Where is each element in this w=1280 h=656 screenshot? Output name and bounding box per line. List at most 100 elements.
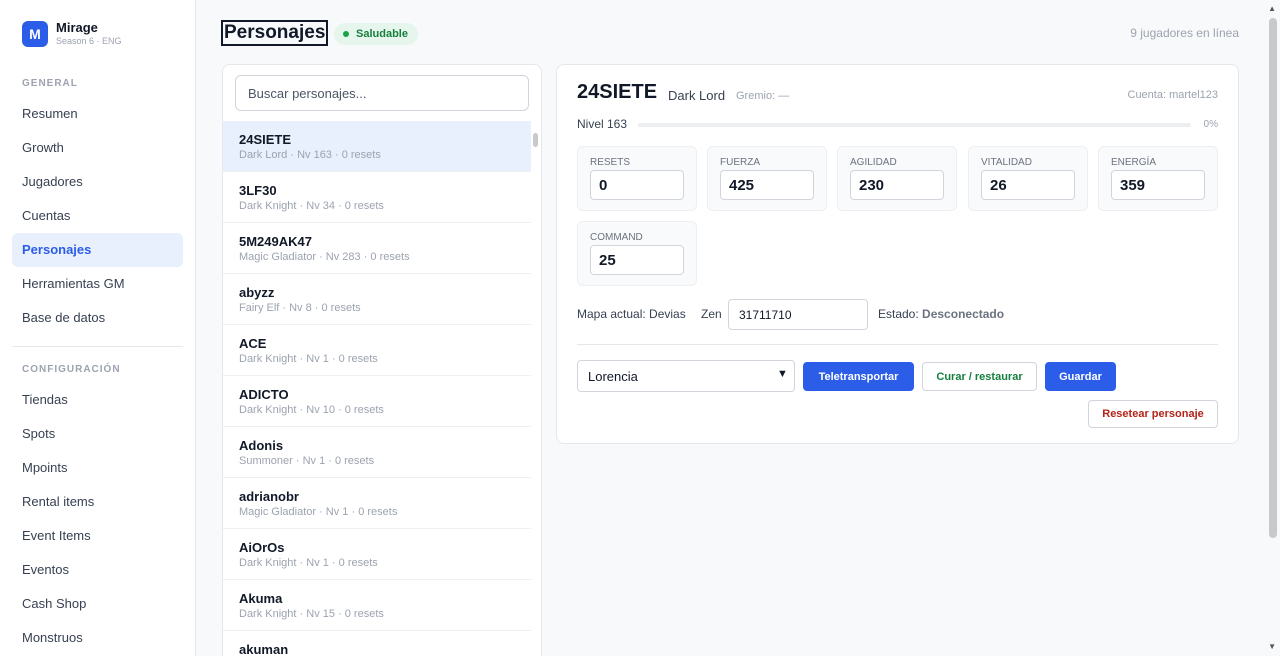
detail-account: Cuenta: martel123 bbox=[1127, 89, 1219, 101]
status-label: Saludable bbox=[356, 28, 408, 40]
online-count: 9 jugadores en línea bbox=[1130, 26, 1239, 40]
stat-agilidad-input[interactable] bbox=[850, 170, 944, 200]
list-scrollbar[interactable] bbox=[533, 133, 538, 147]
stat-command-input[interactable] bbox=[590, 245, 684, 275]
brand-name: Mirage bbox=[56, 20, 98, 35]
sidebar: M Mirage Season 6 · ENG GENERAL Resumen … bbox=[0, 0, 196, 656]
estado-value: Desconectado bbox=[922, 307, 1005, 321]
list-item[interactable]: akuman bbox=[223, 631, 531, 656]
character-meta: Summoner · Nv 1 · 0 resets bbox=[239, 455, 375, 467]
page-scrollbar[interactable] bbox=[1269, 18, 1277, 538]
sidebar-divider bbox=[12, 346, 183, 347]
map-select[interactable]: Lorencia bbox=[577, 360, 795, 392]
section-label-general: GENERAL bbox=[22, 78, 78, 89]
zen-field[interactable] bbox=[728, 299, 868, 330]
heal-button[interactable]: Curar / restaurar bbox=[922, 362, 1037, 391]
section-label-configuracion: CONFIGURACIÓN bbox=[22, 364, 121, 375]
character-name: Akuma bbox=[239, 591, 283, 606]
brand: M Mirage Season 6 · ENG bbox=[22, 21, 122, 47]
sidebar-item-personajes[interactable]: Personajes bbox=[12, 233, 183, 267]
level-label: Nivel 163 bbox=[577, 117, 628, 131]
character-meta: Magic Gladiator · Nv 283 · 0 resets bbox=[239, 251, 410, 263]
character-meta: Dark Knight · Nv 1 · 0 resets bbox=[239, 353, 378, 365]
character-name: adrianobr bbox=[239, 489, 299, 504]
list-item[interactable]: Adonis Summoner · Nv 1 · 0 resets bbox=[223, 427, 531, 478]
stat-vitalidad: Vitalidad bbox=[968, 146, 1088, 211]
list-item[interactable]: 3LF30 Dark Knight · Nv 34 · 0 resets bbox=[223, 172, 531, 223]
estado-label: Estado: bbox=[878, 307, 919, 321]
sidebar-item-cuentas[interactable]: Cuentas bbox=[12, 199, 183, 233]
sidebar-item-herramientas-gm[interactable]: Herramientas GM bbox=[12, 267, 183, 301]
stat-label: Energía bbox=[1111, 157, 1157, 168]
list-item[interactable]: abyzz Fairy Elf · Nv 8 · 0 resets bbox=[223, 274, 531, 325]
list-item[interactable]: AiOrOs Dark Knight · Nv 1 · 0 resets bbox=[223, 529, 531, 580]
sidebar-item-base-de-datos[interactable]: Base de datos bbox=[12, 301, 183, 335]
brand-subtitle: Season 6 · ENG bbox=[56, 36, 122, 46]
brand-logo: M bbox=[22, 21, 48, 47]
list-item[interactable]: ADICTO Dark Knight · Nv 10 · 0 resets bbox=[223, 376, 531, 427]
character-name: 3LF30 bbox=[239, 183, 277, 198]
detail-class: Dark Lord bbox=[668, 88, 726, 103]
character-meta: Dark Lord · Nv 163 · 0 resets bbox=[239, 149, 381, 161]
stat-vitalidad-input[interactable] bbox=[981, 170, 1075, 200]
character-list: 24SIETE Dark Lord · Nv 163 · 0 resets 3L… bbox=[223, 121, 531, 656]
nav-general: Resumen Growth Jugadores Cuentas Persona… bbox=[12, 97, 183, 335]
sidebar-item-cash-shop[interactable]: Cash Shop bbox=[12, 587, 183, 621]
character-meta: Fairy Elf · Nv 8 · 0 resets bbox=[239, 302, 361, 314]
reset-character-button[interactable]: Resetear personaje bbox=[1088, 400, 1218, 428]
character-name: ADICTO bbox=[239, 387, 289, 402]
status-dot-icon bbox=[343, 31, 349, 37]
scroll-up-icon[interactable]: ▲ bbox=[1268, 4, 1276, 13]
sidebar-item-jugadores[interactable]: Jugadores bbox=[12, 165, 183, 199]
stat-label: Vitalidad bbox=[981, 157, 1032, 168]
sidebar-item-resumen[interactable]: Resumen bbox=[12, 97, 183, 131]
detail-character-name: 24SIETE bbox=[577, 81, 658, 103]
list-item[interactable]: adrianobr Magic Gladiator · Nv 1 · 0 res… bbox=[223, 478, 531, 529]
stat-label: Resets bbox=[590, 157, 631, 168]
sidebar-item-rental-items[interactable]: Rental items bbox=[12, 485, 183, 519]
level-progress-percent: 0% bbox=[1203, 119, 1218, 130]
save-button[interactable]: Guardar bbox=[1045, 362, 1116, 391]
stat-resets: Resets bbox=[577, 146, 697, 211]
character-name: abyzz bbox=[239, 285, 275, 300]
level-progress-bar bbox=[638, 123, 1191, 127]
character-name: 5M249AK47 bbox=[239, 234, 312, 249]
list-item[interactable]: ACE Dark Knight · Nv 1 · 0 resets bbox=[223, 325, 531, 376]
character-name: akuman bbox=[239, 642, 289, 656]
detail-divider bbox=[577, 344, 1218, 345]
character-meta: Dark Knight · Nv 10 · 0 resets bbox=[239, 404, 384, 416]
character-meta: Magic Gladiator · Nv 1 · 0 resets bbox=[239, 506, 398, 518]
sidebar-item-event-items[interactable]: Event Items bbox=[12, 519, 183, 553]
sidebar-item-eventos[interactable]: Eventos bbox=[12, 553, 183, 587]
stat-resets-input[interactable] bbox=[590, 170, 684, 200]
character-name: ACE bbox=[239, 336, 267, 351]
sidebar-item-mpoints[interactable]: Mpoints bbox=[12, 451, 183, 485]
scroll-down-icon[interactable]: ▼ bbox=[1268, 642, 1276, 651]
sidebar-item-growth[interactable]: Growth bbox=[12, 131, 183, 165]
stat-energia-input[interactable] bbox=[1111, 170, 1205, 200]
teleport-button[interactable]: Teletransportar bbox=[803, 362, 914, 391]
sidebar-item-monstruos[interactable]: Monstruos bbox=[12, 621, 183, 655]
current-map: Mapa actual: Devias bbox=[577, 307, 686, 321]
nav-configuracion: Tiendas Spots Mpoints Rental items Event… bbox=[12, 383, 183, 655]
character-name: 24SIETE bbox=[239, 132, 292, 147]
sidebar-item-spots[interactable]: Spots bbox=[12, 417, 183, 451]
list-item[interactable]: 5M249AK47 Magic Gladiator · Nv 283 · 0 r… bbox=[223, 223, 531, 274]
page-title: Personajes bbox=[221, 20, 329, 46]
stat-fuerza-input[interactable] bbox=[720, 170, 814, 200]
search-input[interactable] bbox=[235, 75, 529, 111]
estado: Estado: Desconectado bbox=[878, 307, 1004, 321]
stat-fuerza: Fuerza bbox=[707, 146, 827, 211]
detail-guild: Gremio: — bbox=[736, 90, 790, 102]
status-badge: Saludable bbox=[334, 23, 418, 45]
character-name: Adonis bbox=[239, 438, 284, 453]
character-meta: Dark Knight · Nv 1 · 0 resets bbox=[239, 557, 378, 569]
sidebar-item-tiendas[interactable]: Tiendas bbox=[12, 383, 183, 417]
stat-energia: Energía bbox=[1098, 146, 1218, 211]
stat-label: Agilidad bbox=[850, 157, 897, 168]
list-item[interactable]: 24SIETE Dark Lord · Nv 163 · 0 resets bbox=[223, 121, 531, 172]
list-item[interactable]: Akuma Dark Knight · Nv 15 · 0 resets bbox=[223, 580, 531, 631]
stat-agilidad: Agilidad bbox=[837, 146, 957, 211]
stat-command: Command bbox=[577, 221, 697, 286]
character-list-panel: 24SIETE Dark Lord · Nv 163 · 0 resets 3L… bbox=[222, 64, 542, 656]
